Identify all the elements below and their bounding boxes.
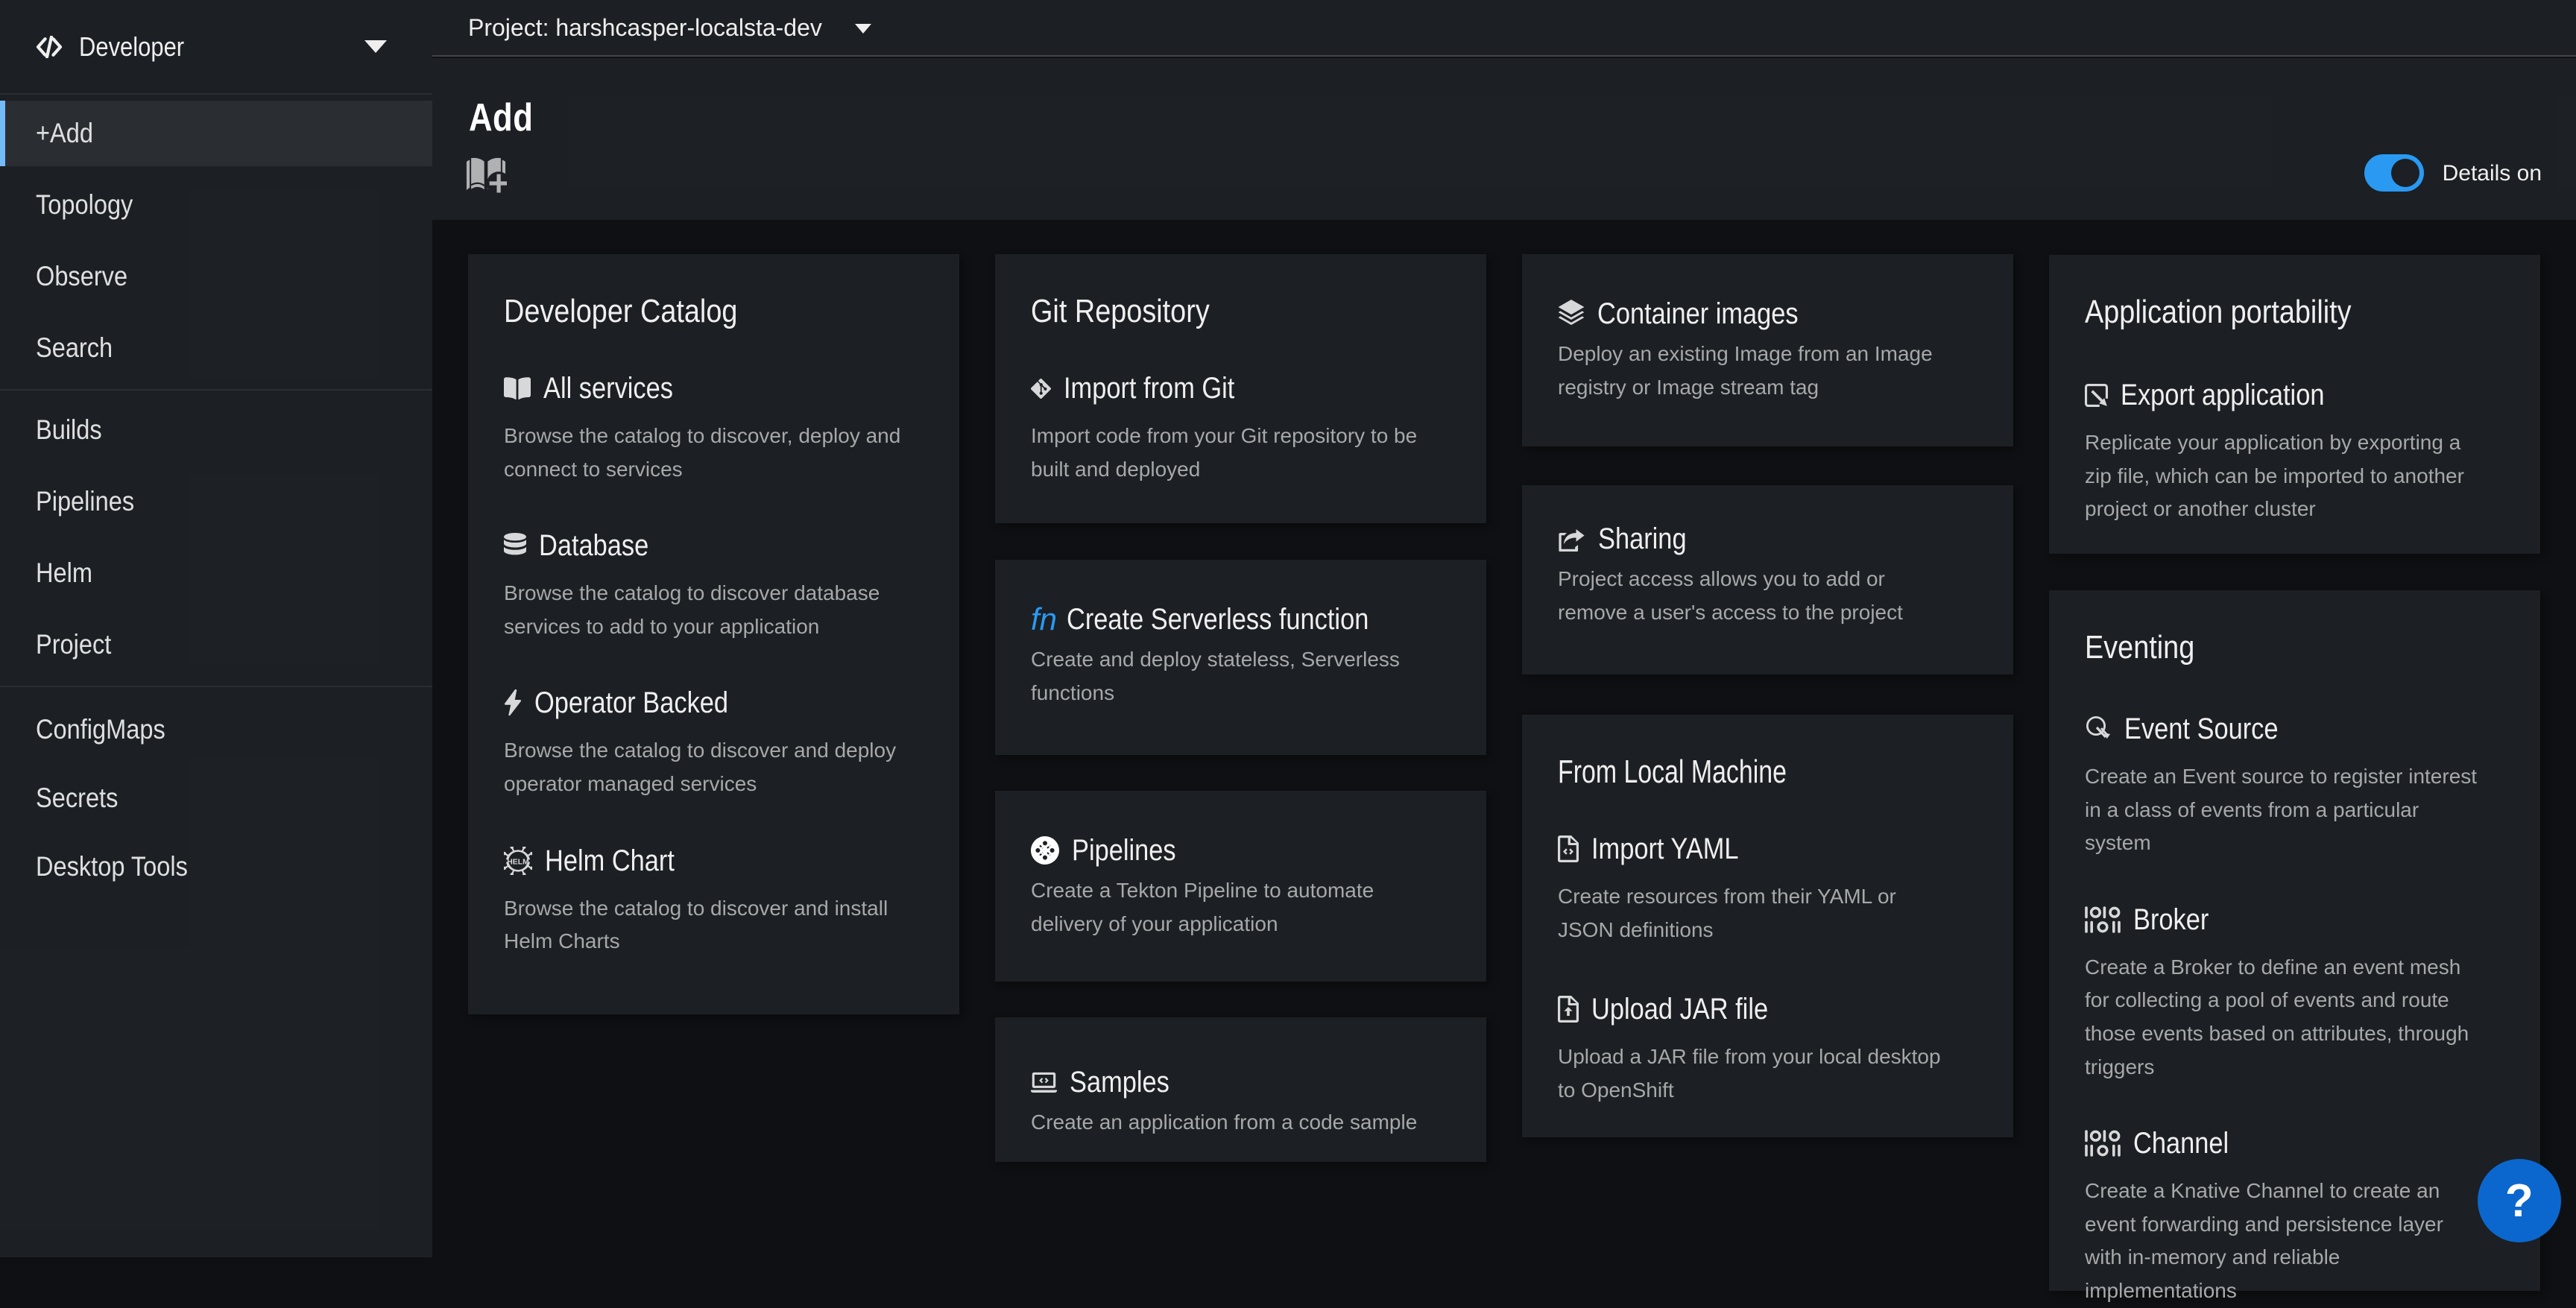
svg-text:HELM: HELM [507, 858, 528, 866]
